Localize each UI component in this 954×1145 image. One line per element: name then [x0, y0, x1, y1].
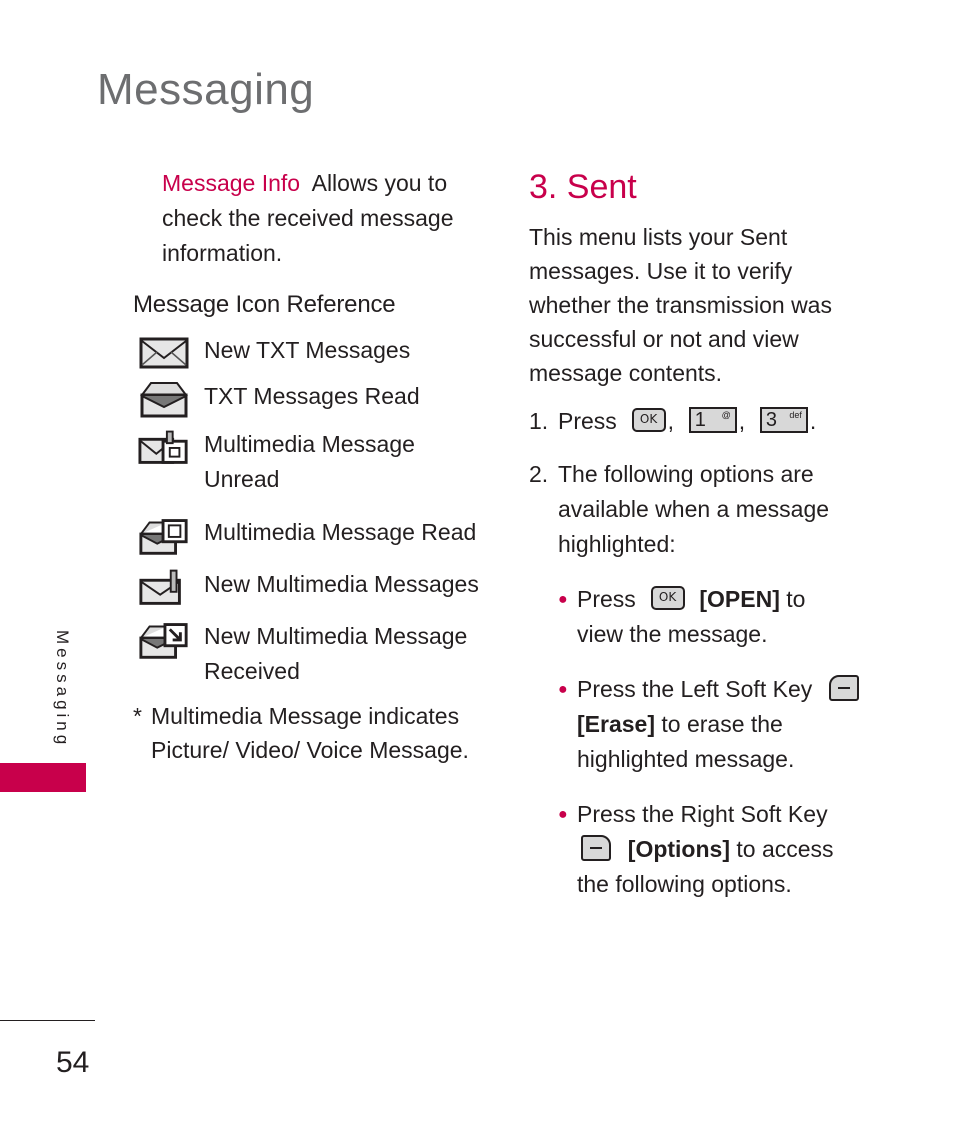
icon-reference-item: New Multimedia Messages — [133, 567, 493, 607]
icon-reference-item: New TXT Messages — [133, 333, 493, 373]
footnote-text: Multimedia Message indicates Picture/ Vi… — [151, 703, 469, 763]
right-column: 3. Sent This menu lists your Sent messag… — [529, 166, 889, 902]
message-info-term: Message Info — [162, 170, 301, 196]
key-1-icon: 1 @ — [688, 406, 737, 433]
section-heading: 3. Sent — [529, 168, 637, 206]
page-title: Messaging — [97, 65, 315, 114]
icon-label: New TXT Messages — [204, 337, 411, 363]
step-text: Press — [558, 408, 617, 434]
option-item: ● Press the Left Soft Key [Erase] to era… — [558, 672, 889, 777]
icon-label: Multimedia Message Unread — [204, 431, 415, 492]
option-command: [OPEN] — [699, 586, 780, 612]
icon-reference-item: Multimedia Message Unread — [133, 427, 493, 497]
ok-key-icon: OK — [650, 585, 685, 610]
key-sub: @ — [721, 409, 731, 420]
ok-key-icon: OK — [631, 407, 666, 432]
multimedia-unread-icon — [138, 427, 190, 467]
option-command: [Erase] — [577, 711, 655, 737]
icon-reference-item: Multimedia Message Read — [133, 515, 493, 555]
step-number: 2. — [529, 461, 549, 487]
key-label: 3 — [765, 408, 778, 431]
option-text: Press the Left Soft Key [Erase] to erase… — [577, 672, 867, 777]
key-3-icon: 3 def — [759, 406, 808, 433]
envelope-open-icon — [138, 379, 190, 419]
icon-reference-heading: Message Icon Reference — [133, 291, 396, 318]
intro-paragraph: This menu lists your Sent messages. Use … — [529, 224, 832, 386]
left-column: Message Info Allows you to check the rec… — [133, 166, 493, 767]
multimedia-read-icon — [138, 515, 190, 555]
step-2: 2. The following options are available w… — [529, 457, 889, 562]
icon-label: TXT Messages Read — [204, 383, 420, 409]
option-text: Press OK [OPEN] to view the message. — [577, 582, 857, 652]
footnote: * Multimedia Message indicates Picture/ … — [133, 699, 493, 767]
envelope-closed-icon — [138, 333, 190, 373]
icon-reference-list: New TXT Messages TXT Messages Read Multi… — [133, 333, 493, 689]
icon-reference-item: TXT Messages Read — [133, 379, 493, 419]
bullet-icon: ● — [558, 681, 568, 698]
option-pre: Press the Right Soft Key — [577, 801, 828, 827]
icon-label: Multimedia Message Read — [204, 519, 477, 545]
footer-divider — [0, 1020, 95, 1021]
option-item: ● Press OK [OPEN] to view the message. — [558, 582, 889, 652]
terminator: . — [809, 408, 817, 434]
footnote-marker: * — [133, 703, 142, 729]
side-tab-label: Messaging — [53, 630, 72, 749]
option-item: ● Press the Right Soft Key [Options] to … — [558, 797, 889, 902]
step-1: 1. Press OK, 1 @, 3 def. — [529, 404, 889, 439]
option-text: Press the Right Soft Key [Options] to ac… — [577, 797, 857, 902]
bullet-icon: ● — [558, 591, 568, 608]
options-list: ● Press OK [OPEN] to view the message. ●… — [558, 582, 889, 902]
right-soft-key-icon — [581, 834, 611, 861]
key-sub: def — [789, 409, 802, 420]
step-text: The following options are available when… — [558, 461, 830, 557]
message-info-paragraph: Message Info Allows you to check the rec… — [162, 166, 482, 271]
side-tab-marker — [0, 763, 86, 792]
option-command: [Options] — [627, 836, 730, 862]
option-pre: Press — [577, 586, 636, 612]
separator: , — [667, 408, 674, 434]
step-number: 1. — [529, 408, 549, 434]
key-label: 1 — [694, 408, 706, 431]
icon-reference-item: New Multimedia Message Received — [133, 619, 493, 689]
left-soft-key-icon — [829, 674, 860, 701]
multimedia-received-icon — [138, 619, 190, 659]
page-number: 54 — [56, 1046, 90, 1079]
separator: , — [738, 408, 746, 434]
bullet-icon: ● — [558, 806, 568, 823]
icon-label: New Multimedia Message Received — [204, 623, 468, 684]
option-pre: Press the Left Soft Key — [577, 676, 813, 702]
icon-label: New Multimedia Messages — [204, 571, 479, 597]
step-1-content: Press OK, 1 @, 3 def. — [558, 404, 816, 439]
new-multimedia-icon — [138, 567, 190, 607]
